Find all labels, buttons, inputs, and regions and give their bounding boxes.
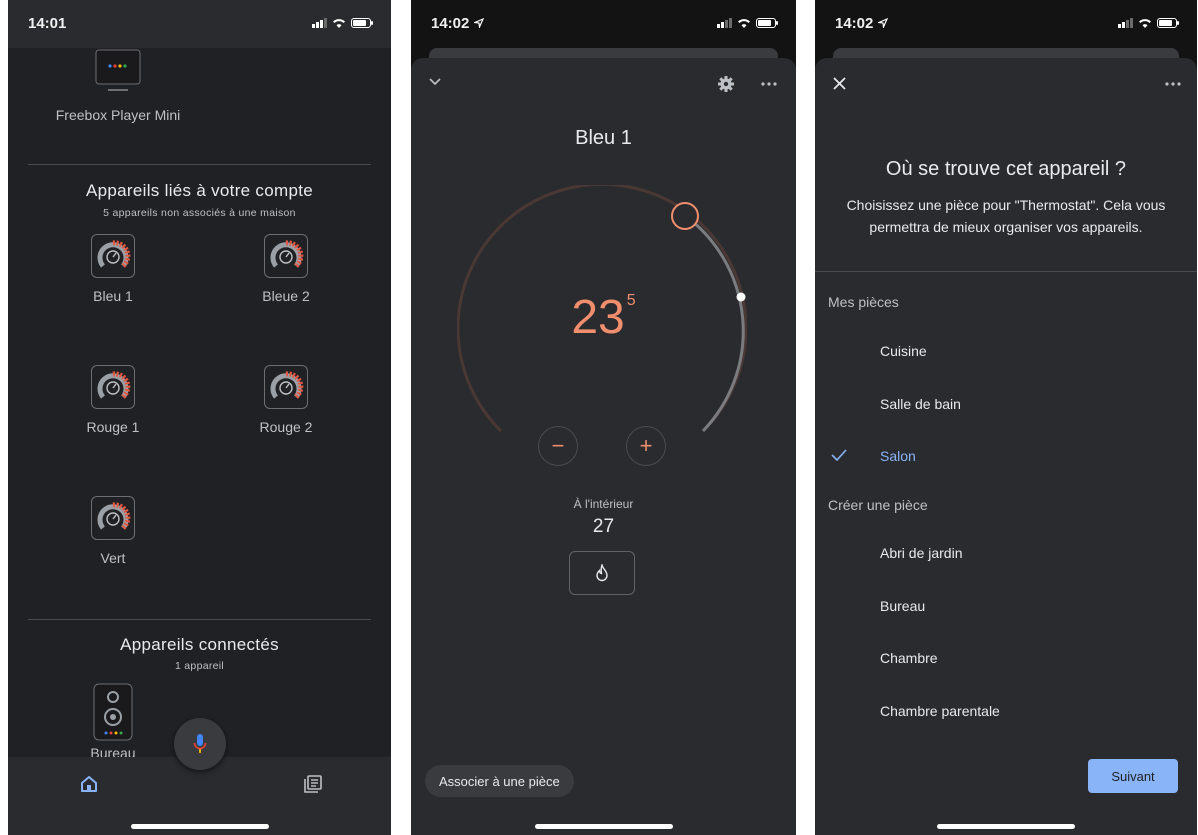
control-sheet: [411, 58, 796, 835]
thermostat-icon: [91, 234, 135, 278]
device-label: Bleu 1: [93, 288, 133, 304]
room-option-chambre-parentale[interactable]: Chambre parentale: [880, 703, 1000, 719]
status-icons: [1118, 17, 1179, 28]
thermostat-icon: [264, 365, 308, 409]
divider: [28, 619, 371, 620]
thermostat-icon: [264, 234, 308, 278]
wifi-icon: [1139, 18, 1151, 28]
device-title: Bleu 1: [575, 127, 632, 149]
room-option-abri-de-jardin[interactable]: Abri de jardin: [880, 545, 963, 561]
inside-temp-value: 27: [592, 516, 615, 537]
increase-temp-button[interactable]: +: [626, 426, 666, 466]
thermostat-control-screen: 14:02 Bleu 1 23 5 − + À l'intérieur 27 As…: [411, 0, 796, 835]
battery-icon: [1157, 17, 1179, 28]
more-options-icon[interactable]: [1165, 82, 1181, 86]
wifi-icon: [333, 18, 345, 28]
create-room-heading: Créer une pièce: [828, 497, 928, 513]
home-indicator: [130, 824, 269, 829]
status-time: 14:01: [28, 15, 67, 32]
connected-devices-title: Appareils connectés: [120, 635, 279, 654]
status-bar: 14:02: [411, 0, 796, 48]
device-tile-vert[interactable]: Vert: [53, 496, 173, 566]
setpoint-decimal: 5: [626, 291, 636, 309]
next-button[interactable]: Suivant: [1088, 759, 1178, 793]
status-time: 14:02: [431, 15, 470, 32]
cellular-signal-icon: [312, 17, 327, 28]
status-bar: 14:02: [815, 0, 1197, 48]
assign-room-button[interactable]: Associer à une pièce: [425, 765, 574, 797]
page-title: Où se trouve cet appareil ?: [885, 158, 1127, 180]
my-rooms-heading: Mes pièces: [828, 294, 899, 310]
flame-icon: [596, 564, 608, 582]
room-option-salle-de-bain[interactable]: Salle de bain: [880, 396, 961, 412]
status-icons: [717, 17, 778, 28]
speaker-icon: [93, 683, 133, 741]
assistant-mic-button[interactable]: [174, 718, 226, 770]
device-label: Vert: [100, 550, 126, 566]
wifi-icon: [738, 18, 750, 28]
device-tile-bleue-2[interactable]: Bleue 2: [226, 234, 346, 304]
device-tile-rouge-1[interactable]: Rouge 1: [53, 365, 173, 435]
setpoint-value: 23: [571, 291, 625, 344]
thermostat-icon: [91, 365, 135, 409]
decrease-temp-button[interactable]: −: [538, 426, 578, 466]
gear-icon[interactable]: [717, 75, 735, 93]
home-indicator: [937, 824, 1075, 829]
device-tile-bureau[interactable]: Bureau: [53, 683, 173, 761]
chevron-down-icon[interactable]: [429, 78, 441, 86]
device-tile-bleu-1[interactable]: Bleu 1: [53, 234, 173, 304]
location-arrow-icon: [474, 18, 484, 28]
room-picker-screen: 14:02 Où se trouve cet appareil ? Choisi…: [815, 0, 1197, 835]
battery-icon: [756, 17, 778, 28]
device-label: Freebox Player Mini: [55, 107, 181, 123]
status-time: 14:02: [835, 15, 874, 32]
home-icon[interactable]: [80, 775, 98, 793]
device-label: Rouge 2: [259, 419, 313, 435]
status-bar: 14:01: [8, 0, 391, 48]
device-label: Rouge 1: [86, 419, 140, 435]
device-freebox-player[interactable]: Freebox Player Mini: [56, 48, 180, 123]
room-option-cuisine[interactable]: Cuisine: [880, 343, 927, 359]
inside-temp-label: À l'intérieur: [573, 497, 634, 511]
battery-icon: [351, 17, 373, 28]
status-icons: [312, 17, 373, 28]
more-options-icon[interactable]: [761, 82, 777, 86]
page-description: Choisissez une pièce pour "Thermostat". …: [846, 197, 1166, 235]
home-indicator: [534, 824, 673, 829]
tv-device-icon: [95, 49, 141, 91]
setpoint-handle[interactable]: [671, 202, 699, 230]
device-label: Bleue 2: [262, 288, 310, 304]
close-icon[interactable]: [833, 77, 846, 90]
home-devices-screen: 14:01 Freebox Player Mini Appareils liés…: [8, 0, 391, 835]
feed-icon[interactable]: [304, 775, 322, 793]
thermostat-icon: [91, 496, 135, 540]
room-option-bureau[interactable]: Bureau: [880, 598, 925, 614]
cellular-signal-icon: [717, 17, 732, 28]
divider: [28, 164, 371, 165]
room-option-salon[interactable]: Salon: [880, 448, 916, 464]
mic-icon: [193, 734, 207, 753]
check-icon: [831, 449, 847, 461]
device-tile-rouge-2[interactable]: Rouge 2: [226, 365, 346, 435]
setpoint-display: 23 5: [411, 290, 796, 345]
linked-devices-title: Appareils liés à votre compte: [86, 181, 313, 200]
location-arrow-icon: [878, 18, 888, 28]
room-option-chambre[interactable]: Chambre: [880, 650, 938, 666]
cellular-signal-icon: [1118, 17, 1133, 28]
divider: [815, 271, 1197, 272]
linked-devices-subtitle: 5 appareils non associés à une maison: [103, 207, 296, 219]
connected-devices-subtitle: 1 appareil: [174, 660, 225, 672]
heat-mode-button[interactable]: [569, 551, 635, 595]
